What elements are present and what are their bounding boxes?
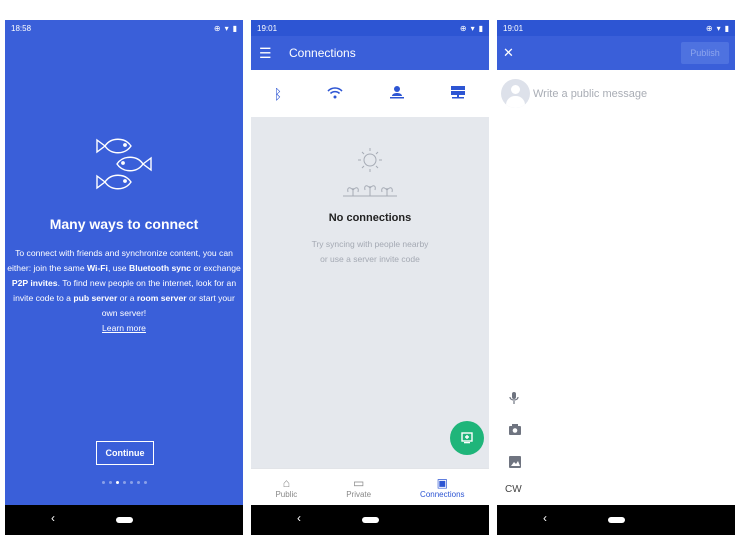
back-icon[interactable]: ‹	[543, 511, 547, 525]
nav-connections[interactable]: ▣ Connections	[420, 476, 464, 499]
continue-button[interactable]: Continue	[96, 441, 154, 465]
mic-icon[interactable]	[509, 392, 519, 407]
connection-modes: ᛒ	[251, 70, 489, 117]
onboarding-title: Many ways to connect	[49, 216, 199, 232]
invite-icon	[461, 432, 473, 444]
home-button[interactable]	[115, 517, 133, 523]
status-time: 19:01	[257, 23, 278, 33]
compose-app-bar: ✕ Publish	[497, 36, 735, 70]
page-dot	[122, 481, 126, 484]
public-message-input[interactable]	[533, 86, 723, 102]
page-title: Connections	[289, 46, 356, 60]
chat-icon: ▭	[352, 475, 365, 490]
sync-icon: ⊕	[705, 23, 713, 33]
connections-screen: 19:01 ⊕ ▾ ▮ ☰ Connections ᛒ No connectio…	[251, 20, 489, 535]
status-bar: 19:01 ⊕ ▾ ▮	[497, 20, 735, 36]
system-nav-bar: ‹	[497, 505, 735, 535]
empty-state-hint: Try syncing with people nearby or use a …	[311, 239, 429, 264]
camera-icon[interactable]	[509, 424, 521, 438]
wifi-status-icon: ▾	[224, 23, 229, 33]
empty-state-title: No connections	[328, 212, 412, 224]
close-icon[interactable]: ✕	[503, 45, 514, 61]
battery-icon: ▮	[724, 23, 729, 33]
onboarding-description: To connect with friends and synchronize …	[5, 246, 243, 336]
battery-icon: ▮	[232, 23, 237, 33]
person-pin-icon[interactable]	[389, 85, 405, 102]
public-icon: ⌂	[282, 475, 290, 490]
sun-garden-icon	[343, 148, 397, 197]
page-dot	[143, 481, 147, 484]
page-indicator	[5, 481, 243, 484]
wifi-icon[interactable]	[327, 86, 344, 102]
publish-button[interactable]: Publish	[681, 42, 729, 64]
sync-icon: ⊕	[213, 23, 221, 33]
wifi-status-icon: ▾	[716, 23, 721, 33]
page-dot	[136, 481, 140, 484]
system-nav-bar: ‹	[5, 505, 243, 535]
system-nav-bar: ‹	[251, 505, 489, 535]
back-icon[interactable]: ‹	[51, 511, 55, 525]
page-dot	[115, 481, 119, 484]
nav-public[interactable]: ⌂ Public	[275, 476, 297, 499]
menu-icon[interactable]: ☰	[259, 45, 289, 62]
bluetooth-icon[interactable]: ᛒ	[274, 86, 282, 102]
avatar	[501, 79, 530, 108]
status-time: 18:58	[11, 23, 32, 33]
sync-icon: ⊕	[459, 23, 467, 33]
back-icon[interactable]: ‹	[297, 511, 301, 525]
learn-more-link[interactable]: Learn more	[5, 321, 243, 336]
image-icon[interactable]	[509, 456, 521, 471]
app-bar: ☰ Connections	[251, 36, 489, 70]
home-button[interactable]	[361, 517, 379, 523]
content-warning-button[interactable]: CW	[505, 484, 522, 495]
page-dot	[101, 481, 105, 484]
compose-screen: 19:01 ⊕ ▾ ▮ ✕ Publish CW ‹	[497, 20, 735, 535]
page-dot	[108, 481, 112, 484]
page-dot	[129, 481, 133, 484]
fish-icon	[96, 138, 152, 190]
status-bar: 19:01 ⊕ ▾ ▮	[251, 20, 489, 36]
add-connection-fab[interactable]	[450, 421, 484, 455]
home-button[interactable]	[607, 517, 625, 523]
onboarding-screen: 18:58 ⊕ ▾ ▮ Many ways to connect To conn…	[5, 20, 243, 535]
computer-icon: ▣	[436, 475, 448, 490]
wifi-status-icon: ▾	[470, 23, 475, 33]
status-time: 19:01	[503, 23, 524, 33]
status-bar: 18:58 ⊕ ▾ ▮	[5, 20, 243, 36]
server-icon[interactable]	[450, 85, 466, 102]
bottom-navigation: ⌂ Public ▭ Private ▣ Connections	[251, 468, 489, 505]
nav-private[interactable]: ▭ Private	[346, 476, 371, 499]
battery-icon: ▮	[478, 23, 483, 33]
